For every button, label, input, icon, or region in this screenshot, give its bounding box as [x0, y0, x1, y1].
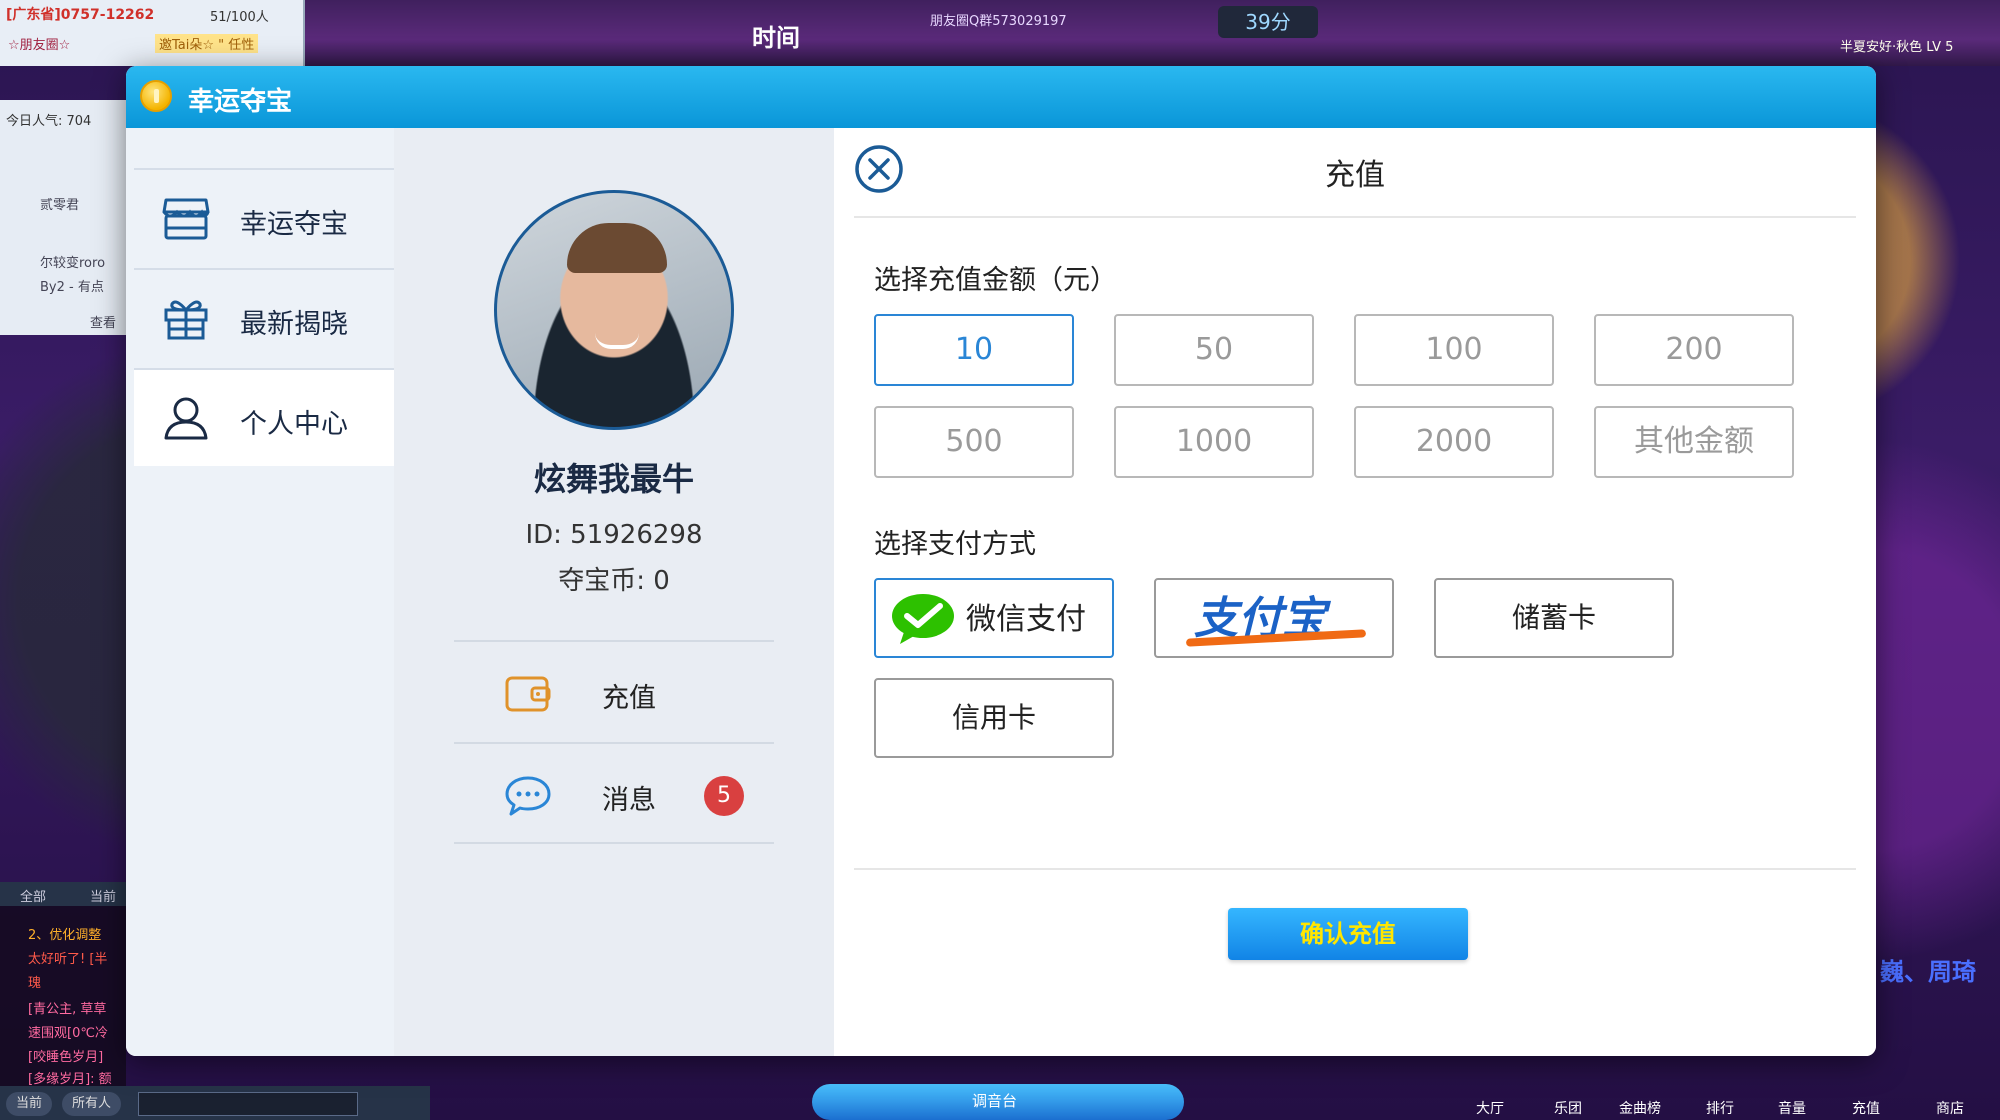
- chat-line: 太好听了! [半: [28, 952, 108, 967]
- dock-lobby[interactable]: 大厅: [1460, 1098, 1520, 1118]
- stage-text: 巍、周琦: [1880, 958, 1976, 986]
- amount-option-50[interactable]: 50: [1114, 314, 1314, 386]
- chat-scope-current[interactable]: 当前: [6, 1092, 53, 1116]
- chat-tabs: 全部 当前: [0, 882, 126, 906]
- amount-option-2000[interactable]: 2000: [1354, 406, 1554, 478]
- chat-line: 瑰: [28, 976, 42, 991]
- bottom-dock: 大厅 乐团 金曲榜 排行 音量 充值 商店: [1400, 1060, 2000, 1120]
- avatar-hair: [567, 223, 667, 273]
- dock-shop[interactable]: 商店: [1920, 1098, 1980, 1118]
- chat-icon: [505, 776, 551, 816]
- room-user-list: 今日人气: 704 贰零君 尔较变roro By2 - 有点 查看: [0, 100, 126, 335]
- profile-coins: 夺宝币: 0: [558, 566, 670, 596]
- avatar-smile: [595, 333, 639, 349]
- lucky-treasure-modal: 幸运夺宝 幸运夺宝 最新揭晓 个人中心 炫舞我最牛 ID: 51926298 夺…: [126, 66, 1876, 1056]
- invite-label[interactable]: 邀Tai朵☆ " 任性: [155, 34, 259, 53]
- chat-tab-current[interactable]: 当前: [90, 886, 116, 905]
- avatar: [494, 190, 734, 430]
- dock-band[interactable]: 乐团: [1538, 1098, 1598, 1118]
- payment-alipay[interactable]: 支付宝: [1154, 578, 1394, 658]
- dock-chart[interactable]: 金曲榜: [1610, 1098, 1670, 1118]
- dock-rank[interactable]: 排行: [1690, 1098, 1750, 1118]
- modal-header: 幸运夺宝: [126, 66, 1876, 128]
- nav-label: 最新揭晓: [240, 309, 348, 340]
- gift-icon: [164, 300, 208, 340]
- profile-name: 炫舞我最牛: [533, 460, 694, 498]
- amount-option-100[interactable]: 100: [1354, 314, 1554, 386]
- chat-log: 2、优化调整 太好听了! [半 瑰 [青公主, 草草 速围观[0℃冷 [咬睡色岁…: [0, 906, 126, 1087]
- profile-id: ID: 51926298: [525, 520, 703, 550]
- chat-tab-all[interactable]: 全部: [20, 886, 46, 905]
- nav-label: 个人中心: [240, 409, 348, 440]
- payment-wechat[interactable]: 微信支付: [874, 578, 1114, 658]
- nav-item-latest-reveal[interactable]: 最新揭晓: [134, 268, 394, 366]
- modal-nav: 幸运夺宝 最新揭晓 个人中心: [126, 128, 394, 1056]
- chat-line: 速围观[0℃冷: [28, 1026, 108, 1041]
- amount-option-10[interactable]: 10: [874, 314, 1074, 386]
- confirm-recharge-button[interactable]: 确认充值: [1228, 908, 1468, 960]
- mixer-button[interactable]: 调音台: [812, 1084, 1184, 1120]
- divider: [854, 868, 1856, 870]
- room-info-panel: [广东省]0757-12262 51/100人 ☆朋友圈☆ 邀Tai朵☆ " 任…: [0, 0, 305, 66]
- payment-debit-card[interactable]: 储蓄卡: [1434, 578, 1674, 658]
- friend-circle-label[interactable]: ☆朋友圈☆: [8, 34, 70, 53]
- wechat-icon: [892, 594, 954, 644]
- coin-icon: [140, 80, 172, 112]
- amount-option-1000[interactable]: 1000: [1114, 406, 1314, 478]
- store-icon: [162, 198, 210, 240]
- dock-recharge[interactable]: 充值: [1836, 1098, 1896, 1118]
- recharge-title: 充值: [1325, 158, 1385, 193]
- profile-row-messages[interactable]: 消息 5: [454, 742, 774, 844]
- dock-volume[interactable]: 音量: [1762, 1098, 1822, 1118]
- popularity-label: 今日人气: 704: [6, 114, 92, 129]
- amount-option-other[interactable]: 其他金额: [1594, 406, 1794, 478]
- wallet-icon: [505, 676, 551, 712]
- chat-line: [青公主, 草草: [28, 1002, 107, 1017]
- row-label: 消息: [602, 785, 656, 816]
- modal-title: 幸运夺宝: [188, 87, 293, 117]
- payment-section-label: 选择支付方式: [874, 529, 1036, 560]
- row-label: 充值: [602, 683, 656, 714]
- chat-input[interactable]: [138, 1092, 358, 1116]
- room-count: 51/100人: [210, 10, 269, 25]
- divider: [854, 216, 1856, 218]
- unread-badge: 5: [704, 776, 744, 816]
- chat-line: [多缘岁月]: 额: [28, 1072, 112, 1087]
- user-icon: [164, 397, 208, 440]
- payment-label: 微信支付: [966, 602, 1086, 637]
- game-qq-group: 朋友圈Q群573029197: [930, 14, 1067, 29]
- game-time-label: 时间: [752, 24, 800, 52]
- user-list-item[interactable]: 尔较变roro: [40, 252, 105, 271]
- user-list-item[interactable]: By2 - 有点: [40, 276, 104, 295]
- nav-item-personal-center[interactable]: 个人中心: [134, 368, 394, 466]
- recharge-panel: 充值 选择充值金额（元） 10 50 100 200 500 1000 2000…: [834, 128, 1876, 1056]
- chat-input-bar: 当前 所有人: [0, 1086, 430, 1120]
- amount-option-200[interactable]: 200: [1594, 314, 1794, 386]
- amount-section-label: 选择充值金额（元）: [874, 265, 1117, 296]
- user-list-item[interactable]: 贰零君: [40, 194, 79, 213]
- chat-line: [咬睡色岁月]: [28, 1050, 104, 1065]
- game-user-info: 半夏安好·秋色 LV 5: [1840, 40, 1954, 55]
- chat-target-select[interactable]: 所有人: [62, 1092, 122, 1116]
- chat-line: 2、优化调整: [28, 928, 102, 943]
- profile-row-recharge[interactable]: 充值: [454, 640, 774, 742]
- nav-label: 幸运夺宝: [240, 209, 348, 240]
- room-label: [广东省]0757-12262: [6, 7, 155, 23]
- amount-option-500[interactable]: 500: [874, 406, 1074, 478]
- game-score: 39分: [1218, 6, 1318, 38]
- payment-credit-card[interactable]: 信用卡: [874, 678, 1114, 758]
- view-more-link[interactable]: 查看: [90, 312, 116, 331]
- nav-item-lucky-treasure[interactable]: 幸运夺宝: [134, 168, 394, 266]
- mixer-label: 调音台: [972, 1092, 1018, 1110]
- profile-panel: 炫舞我最牛 ID: 51926298 夺宝币: 0 充值 消息 5: [394, 128, 834, 1056]
